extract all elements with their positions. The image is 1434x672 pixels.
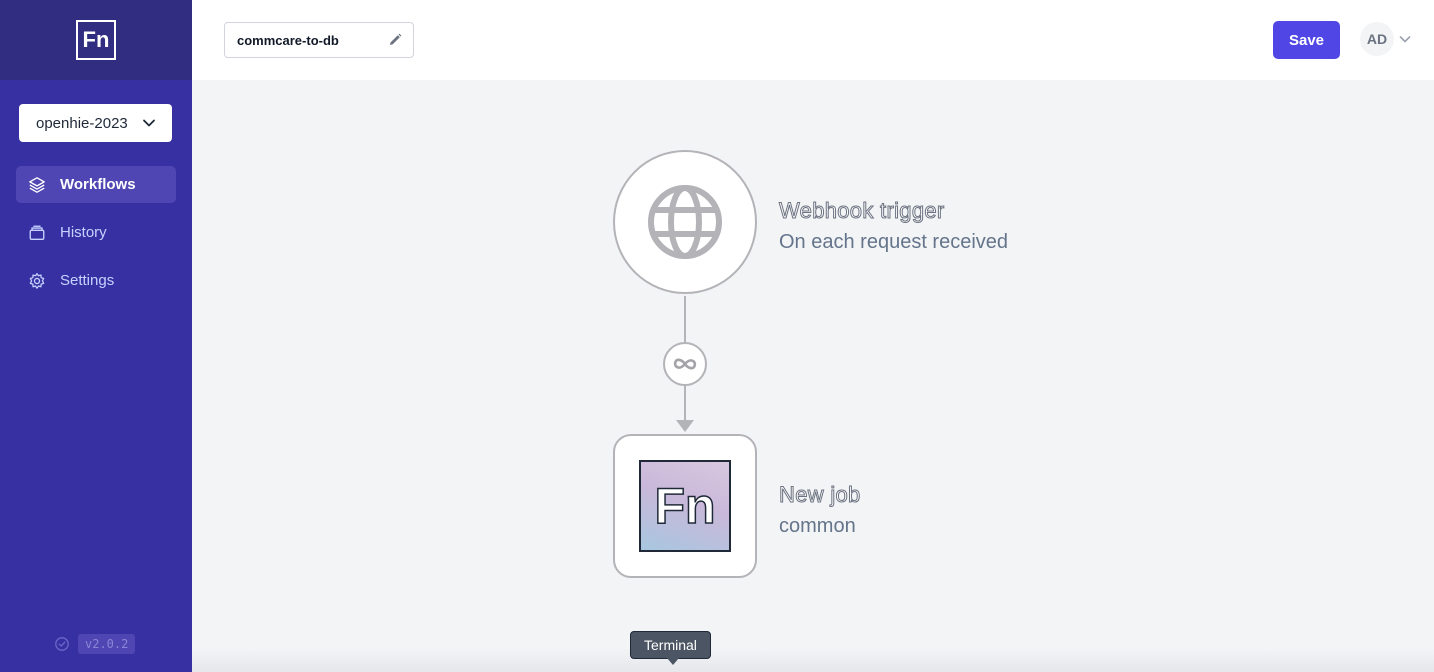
trigger-title: Webhook trigger bbox=[779, 198, 945, 224]
job-node[interactable]: Fn bbox=[613, 434, 757, 578]
sidebar-header: Fn bbox=[0, 0, 192, 80]
chevron-down-icon[interactable] bbox=[1398, 32, 1412, 46]
workflow-name-text: commcare-to-db bbox=[237, 32, 339, 48]
user-menu[interactable]: AD bbox=[1360, 22, 1412, 56]
pencil-icon[interactable] bbox=[387, 32, 403, 48]
workflow-name-field[interactable]: commcare-to-db bbox=[224, 22, 414, 58]
sidebar-item-settings[interactable]: Settings bbox=[16, 262, 176, 299]
edge-arrow bbox=[676, 420, 694, 432]
job-title: New job bbox=[779, 482, 861, 508]
archive-icon bbox=[28, 223, 48, 243]
job-adaptor-logo: Fn bbox=[639, 460, 731, 552]
workflow-canvas[interactable]: Webhook trigger On each request received… bbox=[192, 80, 1434, 672]
sidebar: Fn openhie-2023 Workflows History Settin… bbox=[0, 0, 192, 672]
edge-line-top bbox=[684, 296, 686, 342]
infinity-icon bbox=[673, 358, 697, 370]
trigger-subtitle: On each request received bbox=[779, 231, 1009, 253]
project-select-label: openhie-2023 bbox=[36, 114, 128, 132]
chevron-down-icon bbox=[143, 119, 155, 127]
app-logo[interactable]: Fn bbox=[76, 20, 116, 60]
gear-icon bbox=[28, 271, 48, 291]
edge-condition-button[interactable] bbox=[663, 342, 707, 386]
edge-line-bottom bbox=[684, 386, 686, 422]
job-subtitle: common bbox=[779, 515, 856, 537]
sidebar-nav: Workflows History Settings bbox=[16, 166, 176, 310]
project-select[interactable]: openhie-2023 bbox=[19, 104, 172, 142]
sidebar-item-workflows[interactable]: Workflows bbox=[16, 166, 176, 203]
version-info: v2.0.2 bbox=[54, 634, 136, 654]
avatar[interactable]: AD bbox=[1360, 22, 1394, 56]
layers-icon bbox=[28, 175, 48, 195]
sidebar-item-label: Workflows bbox=[60, 176, 136, 193]
save-button[interactable]: Save bbox=[1273, 21, 1340, 59]
sidebar-item-history[interactable]: History bbox=[16, 214, 176, 251]
job-logo-text: Fn bbox=[654, 477, 717, 535]
top-header: commcare-to-db Save AD bbox=[192, 0, 1434, 80]
app-root: Fn openhie-2023 Workflows History Settin… bbox=[0, 0, 1434, 672]
check-circle-icon bbox=[55, 637, 69, 651]
sidebar-item-label: History bbox=[60, 224, 107, 241]
webhook-trigger-node[interactable] bbox=[613, 150, 757, 294]
version-badge: v2.0.2 bbox=[78, 634, 136, 654]
globe-icon bbox=[648, 185, 722, 259]
sidebar-item-label: Settings bbox=[60, 272, 115, 289]
terminal-tooltip: Terminal bbox=[630, 631, 711, 665]
bottom-panel-edge[interactable] bbox=[192, 648, 1434, 672]
